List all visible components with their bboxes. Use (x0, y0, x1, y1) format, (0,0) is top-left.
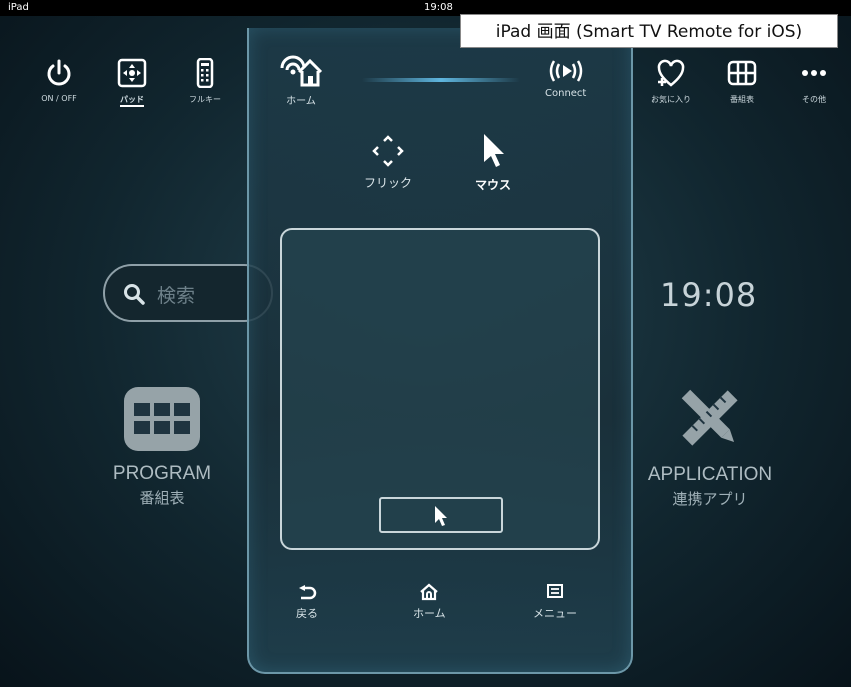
program-subtitle: 番組表 (139, 489, 185, 507)
power-label: ON / OFF (41, 94, 77, 103)
dpad-icon (117, 58, 147, 88)
favorites-button[interactable]: お気に入り (641, 58, 701, 105)
caption-label: iPad 画面 (Smart TV Remote for iOS) (460, 14, 838, 48)
more-button[interactable]: その他 (784, 58, 844, 105)
full-key-button[interactable]: フルキー (175, 58, 235, 105)
flick-mode-label: フリック (364, 176, 413, 190)
mouse-mode-button[interactable]: マウス (475, 132, 511, 193)
application-subtitle: 連携アプリ (672, 490, 748, 508)
program-guide-button[interactable]: 番組表 (712, 58, 772, 105)
menu-label: メニュー (533, 607, 577, 620)
connection-indicator (362, 78, 520, 82)
connect-button[interactable]: Connect (545, 58, 586, 99)
connect-label: Connect (545, 88, 587, 99)
application-tile[interactable]: APPLICATION 連携アプリ (645, 382, 775, 509)
carrier-label: iPad (8, 2, 29, 13)
menu-icon (547, 584, 563, 598)
back-arrow-icon (299, 585, 317, 600)
search-icon (124, 284, 145, 305)
panel-home-label: ホーム (286, 96, 316, 107)
pad-label: パッド (120, 94, 144, 107)
grid-icon (727, 60, 757, 86)
home-icon (420, 583, 439, 601)
cursor-icon (435, 506, 447, 526)
program-title: PROGRAM (112, 463, 212, 484)
mouse-pointer-icon (484, 134, 504, 167)
back-label: 戻る (296, 607, 318, 620)
application-title: APPLICATION (647, 464, 773, 485)
full-key-label: フルキー (189, 95, 221, 104)
connect-icon (549, 60, 582, 82)
search-placeholder: 検索 (157, 285, 196, 307)
program-tile[interactable]: PROGRAM 番組表 (112, 385, 212, 508)
favorites-label: お気に入り (651, 95, 691, 104)
menu-button[interactable]: メニュー (533, 583, 577, 621)
pad-button[interactable]: パッド (102, 58, 162, 107)
program-grid-icon (124, 387, 200, 451)
mouse-mode-label: マウス (475, 178, 512, 192)
favorite-add-icon (657, 59, 685, 87)
mouse-click-button[interactable] (379, 497, 503, 533)
flick-arrows-icon (372, 135, 404, 167)
back-button[interactable]: 戻る (296, 585, 318, 621)
panel-home-button[interactable]: ホーム (279, 54, 323, 107)
power-icon (47, 59, 71, 86)
power-button[interactable]: ON / OFF (29, 58, 89, 103)
more-icon (802, 70, 826, 76)
full-remote-icon (196, 58, 214, 88)
touchpad-area[interactable] (280, 228, 600, 550)
clock-display: 19:08 (660, 276, 758, 314)
remote-app-screen: iPad 19:08 ON / OFF パッド フルキー お気に入り 番組表 そ… (0, 0, 851, 687)
flick-mode-button[interactable]: フリック (364, 134, 412, 191)
program-guide-label: 番組表 (730, 95, 754, 104)
touchpad-panel: ホーム Connect フリック マウス 戻る ホーム メニュー (247, 28, 633, 674)
bottom-home-label: ホーム (413, 607, 446, 620)
more-label: その他 (802, 95, 826, 104)
tools-icon (681, 389, 738, 446)
bottom-home-button[interactable]: ホーム (413, 583, 446, 621)
status-time: 19:08 (424, 2, 453, 13)
home-wifi-icon (280, 55, 323, 87)
